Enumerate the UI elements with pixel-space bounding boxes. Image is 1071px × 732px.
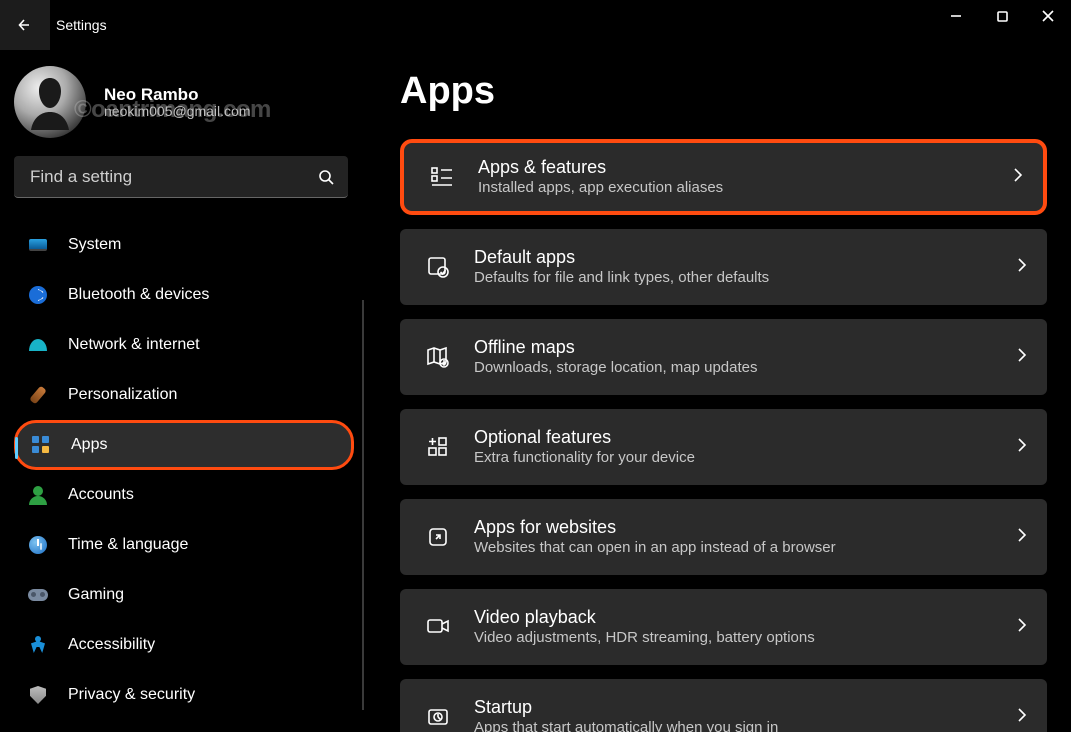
card-subtitle: Installed apps, app execution aliases [478,179,723,197]
card-title: Optional features [474,427,695,449]
maximize-icon [997,11,1008,22]
nav-accessibility[interactable]: Accessibility [14,620,354,670]
user-email: neokim005@gmail.com [104,103,251,119]
card-subtitle: Video adjustments, HDR streaming, batter… [474,629,815,647]
nav-label: Privacy & security [68,686,195,704]
chevron-right-icon [1017,258,1027,277]
map-download-icon [426,345,450,369]
chevron-right-icon [1017,708,1027,727]
chevron-right-icon [1017,348,1027,367]
startup-icon [426,705,450,729]
minimize-icon [950,10,962,22]
paintbrush-icon [28,385,48,405]
apps-icon [31,435,51,455]
chevron-right-icon [1017,438,1027,457]
user-account-row[interactable]: Neo Rambo neokim005@gmail.com ©oantriman… [14,66,370,138]
card-subtitle: Apps that start automatically when you s… [474,719,778,732]
nav-label: Accounts [68,486,134,504]
nav-label: Personalization [68,386,177,404]
card-subtitle: Extra functionality for your device [474,449,695,467]
nav-label: Apps [71,436,107,454]
wifi-icon [28,335,48,355]
card-subtitle: Websites that can open in an app instead… [474,539,836,557]
person-icon [28,485,48,505]
card-startup[interactable]: StartupApps that start automatically whe… [400,679,1047,732]
nav-label: Bluetooth & devices [68,286,209,304]
chevron-right-icon [1017,618,1027,637]
user-name: Neo Rambo [104,85,251,105]
accessibility-icon [28,635,48,655]
nav-gaming[interactable]: Gaming [14,570,354,620]
nav-label: Gaming [68,586,124,604]
card-video-playback[interactable]: Video playbackVideo adjustments, HDR str… [400,589,1047,665]
chevron-right-icon [1013,168,1023,187]
card-offline-maps[interactable]: Offline mapsDownloads, storage location,… [400,319,1047,395]
card-optional-features[interactable]: Optional featuresExtra functionality for… [400,409,1047,485]
nav-personalization[interactable]: Personalization [14,370,354,420]
window-title: Settings [56,17,107,33]
nav-label: Network & internet [68,336,200,354]
add-grid-icon [426,435,450,459]
nav-time[interactable]: Time & language [14,520,354,570]
card-apps-websites[interactable]: Apps for websitesWebsites that can open … [400,499,1047,575]
nav-label: System [68,236,121,254]
card-title: Startup [474,697,778,719]
titlebar: Settings [0,0,1071,50]
card-title: Offline maps [474,337,758,359]
nav-accounts[interactable]: Accounts [14,470,354,520]
search-input[interactable] [28,166,318,188]
avatar [14,66,86,138]
card-title: Apps for websites [474,517,836,539]
maximize-button[interactable] [979,0,1025,32]
card-apps-features[interactable]: Apps & featuresInstalled apps, app execu… [400,139,1047,215]
chevron-right-icon [1017,528,1027,547]
shield-icon [28,685,48,705]
nav-label: Time & language [68,536,188,554]
nav-list: System Bluetooth & devices Network & int… [14,220,354,720]
display-icon [28,235,48,255]
default-app-icon [426,255,450,279]
search-icon [318,169,334,185]
nav-bluetooth[interactable]: Bluetooth & devices [14,270,354,320]
sidebar: Neo Rambo neokim005@gmail.com ©oantriman… [0,50,370,732]
nav-network[interactable]: Network & internet [14,320,354,370]
sidebar-scrollbar[interactable] [362,300,364,710]
back-button[interactable] [0,0,50,50]
video-icon [426,615,450,639]
close-button[interactable] [1025,0,1071,32]
clock-icon [28,535,48,555]
card-title: Default apps [474,247,769,269]
nav-label: Accessibility [68,636,155,654]
window-controls [933,0,1071,32]
page-title: Apps [400,70,1047,113]
user-info: Neo Rambo neokim005@gmail.com [104,85,251,119]
close-icon [1042,10,1054,22]
arrow-left-icon [17,17,33,33]
card-title: Apps & features [478,157,723,179]
search-box[interactable] [14,156,348,198]
nav-privacy[interactable]: Privacy & security [14,670,354,720]
list-grid-icon [430,165,454,189]
card-subtitle: Downloads, storage location, map updates [474,359,758,377]
open-app-icon [426,525,450,549]
card-default-apps[interactable]: Default appsDefaults for file and link t… [400,229,1047,305]
bluetooth-icon [28,285,48,305]
card-subtitle: Defaults for file and link types, other … [474,269,769,287]
gamepad-icon [28,585,48,605]
card-title: Video playback [474,607,815,629]
content-area: Apps Apps & featuresInstalled apps, app … [370,50,1071,732]
nav-apps[interactable]: Apps [14,420,354,470]
minimize-button[interactable] [933,0,979,32]
nav-system[interactable]: System [14,220,354,270]
